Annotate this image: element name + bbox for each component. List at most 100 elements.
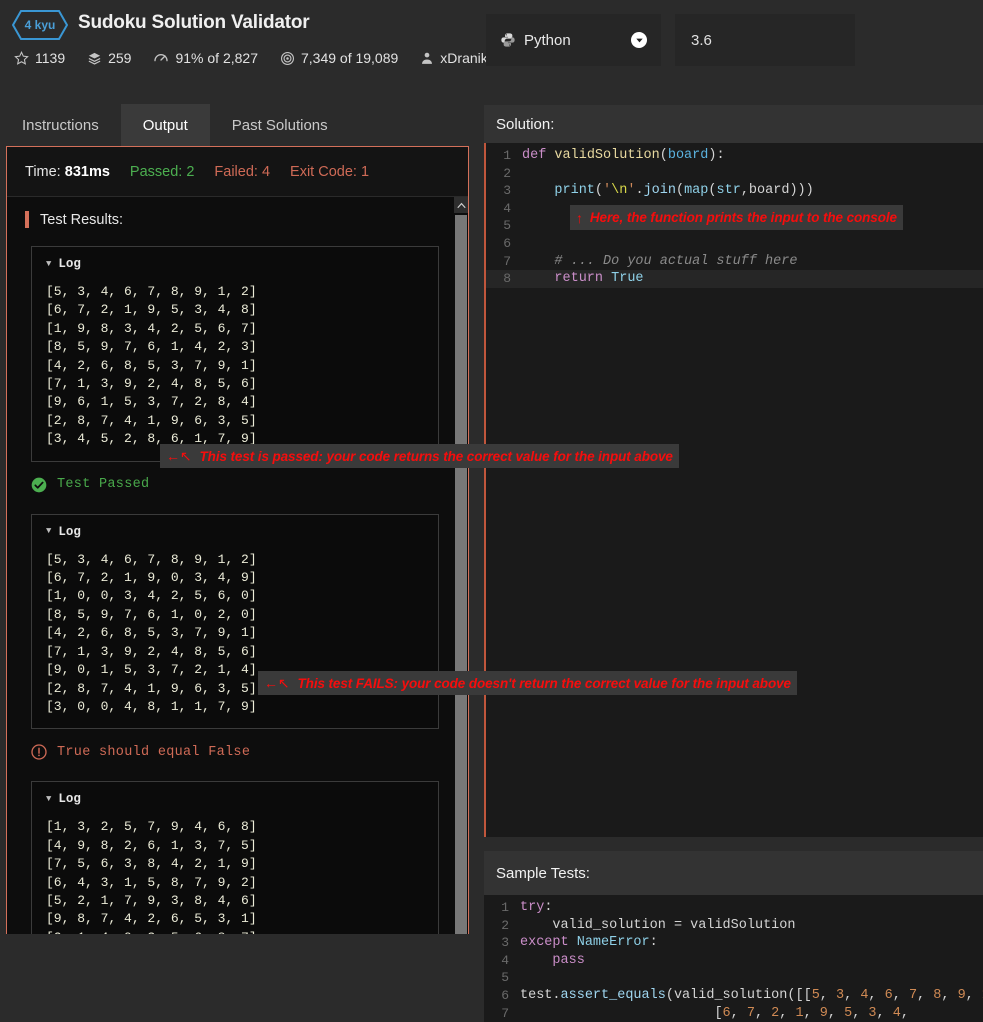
left-panel: Instructions Output Past Solutions Time:… [0,88,470,934]
summary-exit-code: Exit Code: 1 [290,163,370,180]
kyu-badge-label: 4 kyu [24,18,56,32]
line-number: 4 [501,952,509,968]
results-scrollbar[interactable] [454,197,468,934]
line-number: 1 [501,900,509,915]
line-number: 7 [501,1005,509,1021]
solution-header: Solution: [484,105,983,143]
line-number: 1 [503,148,511,163]
line-number: 2 [503,165,511,181]
output-summary: Time: 831ms Passed: 2 Failed: 4 Exit Cod… [7,147,468,197]
test-results-heading: Test Results: [25,211,454,228]
line-number: 2 [501,917,509,933]
caret-down-icon: ▼ [46,793,52,804]
error-circle-icon [31,744,47,760]
codewars-kata-trainer: 4 kyu Sudoku Solution Validator 1139 259 [0,0,983,1022]
log-label: Log [58,524,81,539]
user-icon [420,51,434,65]
annotation-test-passed: ←↖ This test is passed: your code return… [160,444,679,468]
code-line: 2 [486,165,983,183]
log-block: ▼ Log [1, 3, 2, 5, 7, 9, 4, 6, 8] [4, 9,… [31,781,439,934]
code-line: 3 print('\n'.join(map(str,board))) [486,182,983,200]
stat-satisfaction: 91% of 2,827 [153,50,258,66]
sample-tests-header: Sample Tests: [484,851,983,895]
annotation-up-arrow-icon: ↑ [576,209,583,226]
log-label: Log [58,792,81,807]
code-line: 1 def validSolution(board): [486,147,983,165]
chevron-down-icon[interactable] [631,32,647,48]
scroll-up-arrow-icon[interactable] [454,197,468,213]
annotation-test-failed: ←↖ This test FAILS: your code doesn't re… [258,671,797,695]
solution-editor[interactable]: 1 def validSolution(board): 2 3 print('\… [484,143,983,837]
line-content: try: [520,900,553,915]
line-content: except NameError: [520,935,658,951]
sample-tests-code: 1 try: 2 valid_solution = validSolution … [484,895,983,1022]
stat-solutions: 7,349 of 19,089 [280,50,398,66]
page-title: Sudoku Solution Validator [78,12,310,33]
language-name: Python [524,31,571,49]
annotation-text: This test is passed: your code returns t… [199,448,673,464]
code-line: 3 except NameError: [484,934,983,952]
target-icon [280,51,295,66]
stat-author-value: xDranik [440,50,488,66]
version-value: 3.6 [691,31,712,49]
log-block: ▼ Log [5, 3, 4, 6, 7, 8, 9, 1, 2] [6, 7,… [31,513,439,730]
line-content: return True [554,271,644,287]
log-toggle[interactable]: ▼ Log [32,792,438,806]
line-number: 6 [501,987,509,1003]
code-line: 7 [6, 7, 2, 1, 9, 5, 3, 4, [484,1005,983,1022]
caret-down-icon: ▼ [46,526,52,537]
log-label: Log [58,257,81,271]
annotation-text: Here, the function prints the input to t… [589,210,897,225]
tab-past-solutions[interactable]: Past Solutions [210,104,350,146]
line-number: 3 [503,183,511,199]
speedometer-icon [153,50,169,66]
log-output: [5, 3, 4, 6, 7, 8, 9, 1, 2] [6, 7, 2, 1,… [46,284,257,447]
language-selector[interactable]: Python [486,14,661,66]
scrollbar-thumb[interactable] [455,215,467,934]
summary-time-value: 831ms [64,163,110,180]
stat-stars: 1139 [14,50,65,66]
layers-icon [87,51,102,66]
annotation-text: This test FAILS: your code doesn't retur… [297,675,791,691]
code-line: 6 test.assert_equals(valid_solution([[5,… [484,987,983,1005]
code-line: 5 [484,969,983,987]
log-output: [1, 3, 2, 5, 7, 9, 4, 6, 8] [4, 9, 8, 2,… [46,819,257,934]
sample-tests-editor[interactable]: 1 try: 2 valid_solution = validSolution … [484,895,983,1022]
line-number: 3 [501,935,509,951]
line-number: 5 [501,970,509,986]
star-icon [14,50,29,66]
summary-passed: Passed: 2 [129,163,195,180]
kata-stats: 1139 259 91% of 2,827 7,349 of 19,089 xD… [14,50,510,66]
test-status-label: True should equal False [57,744,251,760]
stat-satisfaction-value: 91% of 2,827 [175,50,258,66]
caret-down-icon: ▼ [46,258,52,269]
log-toggle[interactable]: ▼ Log [32,257,438,271]
python-icon [500,32,516,48]
log-toggle[interactable]: ▼ Log [32,525,438,539]
code-line: 4 pass [484,952,983,970]
heading-accent-bar [25,211,29,228]
annotation-print-statement: ↑ Here, the function prints the input to… [570,205,903,230]
stat-author: xDranik [420,50,488,66]
line-number: 4 [503,200,511,216]
test-status-label: Test Passed [57,477,150,493]
code-line: 1 try: [484,899,983,917]
summary-failed: Failed: 4 [214,163,271,180]
tab-instructions[interactable]: Instructions [0,104,121,146]
code-line: 7 # ... Do you actual stuff here [486,253,983,271]
line-number: 5 [503,218,511,234]
line-content: test.assert_equals(valid_solution([[5, 3… [520,987,983,1003]
log-block: ▼ Log [5, 3, 4, 6, 7, 8, 9, 1, 2] [6, 7,… [31,246,439,462]
line-number: 7 [503,253,511,269]
line-content: print('\n'.join(map(str,board))) [554,183,814,199]
line-number: 8 [503,271,511,287]
line-content: pass [552,952,585,968]
page-header: 4 kyu Sudoku Solution Validator 1139 259 [0,0,983,88]
stat-completed-value: 259 [108,50,132,66]
summary-time-label: Time: [25,163,61,180]
tab-output[interactable]: Output [120,104,210,146]
line-number: 6 [503,235,511,251]
stat-completed: 259 [87,50,131,66]
line-content: # ... Do you actual stuff here [522,253,798,269]
version-selector[interactable]: 3.6 [675,14,855,66]
